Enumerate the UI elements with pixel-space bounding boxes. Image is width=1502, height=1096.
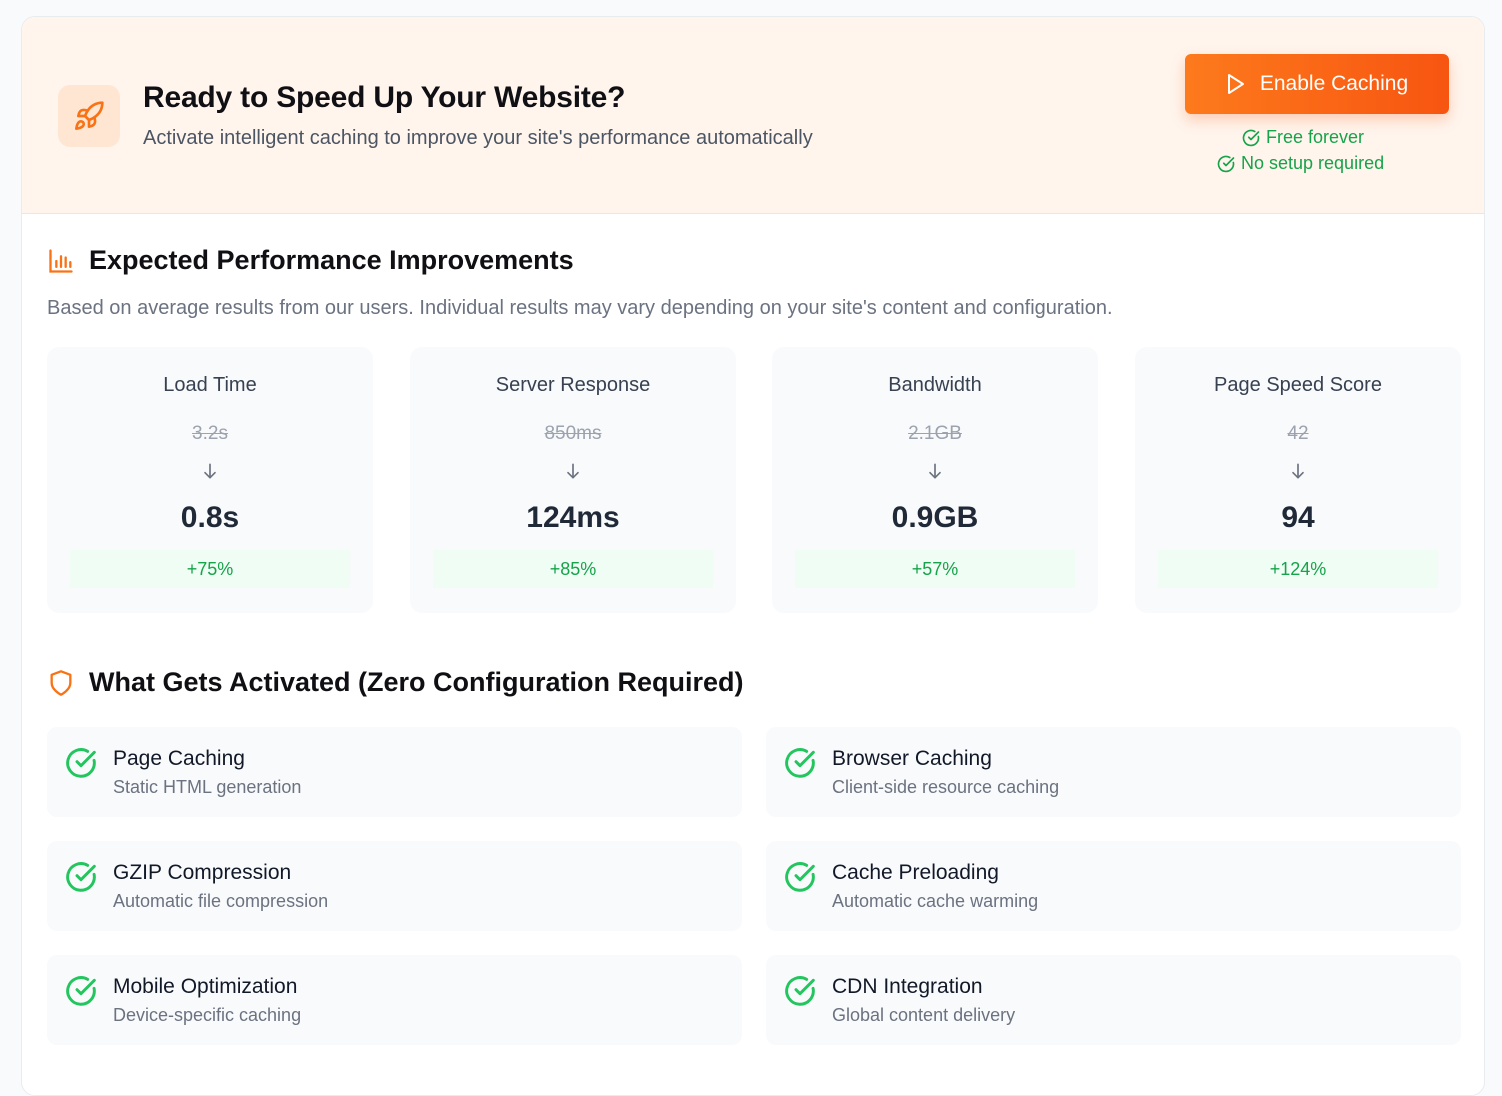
bar-chart-icon: [49, 248, 73, 273]
arrow-down-icon: [1292, 463, 1304, 479]
metric-card-page-speed-score: Page Speed Score 42 94 +124%: [1135, 347, 1461, 613]
hero-subtitle: Activate intelligent caching to improve …: [143, 127, 813, 149]
feature-description: Automatic cache warming: [832, 891, 1039, 911]
feature-description: Automatic file compression: [113, 891, 329, 911]
caching-promo-card: Ready to Speed Up Your Website? Activate…: [21, 16, 1485, 1096]
feature-title: GZIP Compression: [113, 861, 292, 884]
metric-after-value: 0.9GB: [891, 501, 979, 534]
feature-description: Device-specific caching: [113, 1005, 302, 1025]
feature-page-caching: Page Caching Static HTML generation: [47, 727, 742, 817]
metric-label: Bandwidth: [888, 374, 982, 396]
enable-caching-button[interactable]: Enable Caching: [1185, 54, 1449, 114]
performance-title: Expected Performance Improvements: [89, 245, 574, 275]
metric-card-load-time: Load Time 3.2s 0.8s +75%: [47, 347, 373, 613]
feature-title: Page Caching: [113, 747, 245, 770]
check-circle-icon: [1242, 129, 1260, 146]
hero-banner: Ready to Speed Up Your Website? Activate…: [22, 17, 1484, 214]
metric-before-value: 850ms: [544, 423, 602, 444]
perk-label: No setup required: [1241, 153, 1385, 173]
metric-before-value: 2.1GB: [908, 423, 962, 444]
feature-description: Client-side resource caching: [832, 777, 1060, 797]
metric-label: Page Speed Score: [1214, 374, 1382, 396]
metric-after-value: 94: [1281, 501, 1315, 534]
perk-no-setup: No setup required: [1217, 153, 1384, 174]
metrics-grid: Load Time 3.2s 0.8s +75% Server Response…: [47, 347, 1461, 613]
enable-caching-label: Enable Caching: [1259, 72, 1409, 95]
check-circle-icon: [785, 748, 815, 778]
feature-title: Cache Preloading: [832, 861, 999, 884]
arrow-down-icon: [567, 463, 579, 479]
check-circle-icon: [66, 748, 96, 778]
metric-gain-badge: +57%: [795, 550, 1075, 588]
metric-before-value: 3.2s: [192, 423, 228, 444]
metric-label: Load Time: [163, 374, 257, 396]
metric-card-server-response: Server Response 850ms 124ms +85%: [410, 347, 736, 613]
metric-label: Server Response: [495, 374, 651, 396]
play-icon: [1227, 74, 1244, 94]
metric-after-value: 0.8s: [180, 501, 240, 534]
perk-free-forever: Free forever: [1242, 127, 1364, 148]
rocket-icon: [58, 85, 120, 147]
metric-after-value: 124ms: [526, 501, 620, 534]
metric-gain-badge: +85%: [433, 550, 713, 588]
feature-cache-preloading: Cache Preloading Automatic cache warming: [766, 841, 1461, 931]
metric-before-value: 42: [1287, 423, 1309, 444]
performance-description: Based on average results from our users.…: [47, 297, 1113, 319]
hero-title: Ready to Speed Up Your Website?: [143, 81, 626, 114]
feature-title: CDN Integration: [832, 975, 983, 998]
arrow-down-icon: [204, 463, 216, 479]
check-circle-icon: [66, 862, 96, 892]
shield-icon: [50, 669, 72, 696]
perk-label: Free forever: [1266, 127, 1365, 147]
feature-cdn-integration: CDN Integration Global content delivery: [766, 955, 1461, 1045]
feature-gzip-compression: GZIP Compression Automatic file compress…: [47, 841, 742, 931]
feature-browser-caching: Browser Caching Client-side resource cac…: [766, 727, 1461, 817]
check-circle-icon: [1217, 155, 1235, 172]
feature-title: Mobile Optimization: [113, 975, 298, 998]
arrow-down-icon: [929, 463, 941, 479]
feature-description: Static HTML generation: [113, 777, 302, 797]
feature-description: Global content delivery: [832, 1005, 1016, 1025]
metric-card-bandwidth: Bandwidth 2.1GB 0.9GB +57%: [772, 347, 1098, 613]
metric-gain-badge: +124%: [1158, 550, 1438, 588]
check-circle-icon: [785, 976, 815, 1006]
check-circle-icon: [785, 862, 815, 892]
feature-title: Browser Caching: [832, 747, 992, 770]
check-circle-icon: [66, 976, 96, 1006]
features-title: What Gets Activated (Zero Configuration …: [89, 667, 744, 697]
metric-gain-badge: +75%: [70, 550, 350, 588]
features-section-header: What Gets Activated (Zero Configuration …: [47, 667, 744, 698]
feature-mobile-optimization: Mobile Optimization Device-specific cach…: [47, 955, 742, 1045]
performance-section-header: Expected Performance Improvements: [47, 245, 574, 276]
